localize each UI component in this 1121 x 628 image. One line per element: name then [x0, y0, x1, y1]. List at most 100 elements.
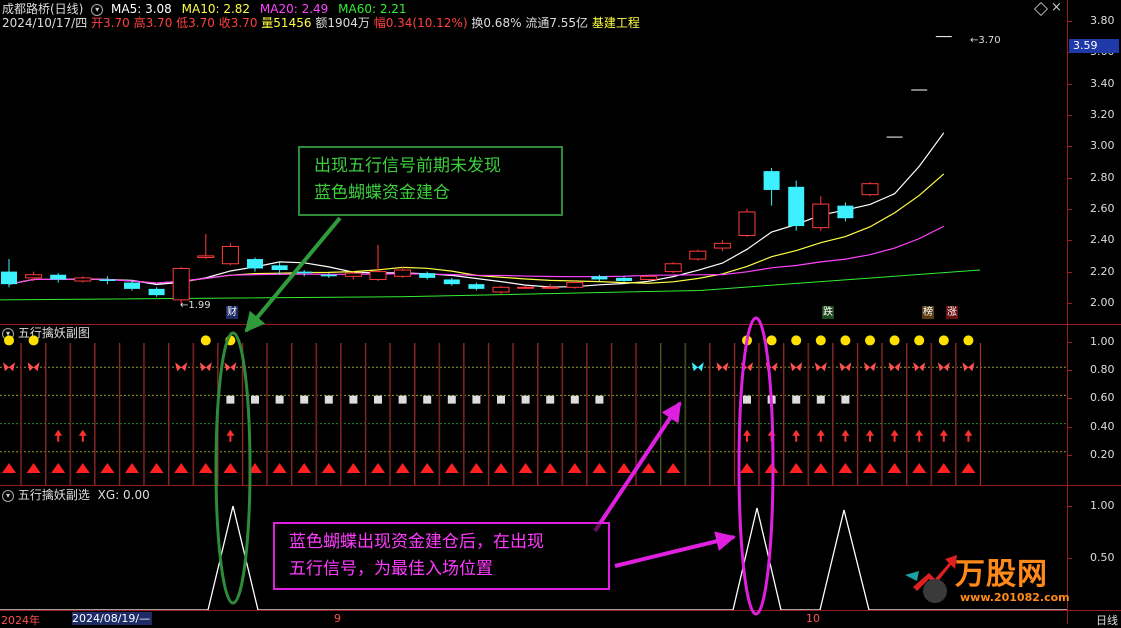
candle[interactable]	[861, 183, 879, 196]
up-arrow-icon	[743, 429, 751, 442]
candle[interactable]	[443, 279, 460, 285]
signal-square	[349, 395, 358, 404]
candle[interactable]	[812, 203, 830, 229]
axis-tick: 3.40	[1068, 77, 1115, 90]
axis-tick: 3.20	[1068, 108, 1115, 121]
current-price-tag: 3.59	[1069, 39, 1119, 53]
candle[interactable]	[197, 255, 215, 258]
marker-die[interactable]: 跌	[822, 306, 834, 319]
candle[interactable]	[50, 274, 67, 280]
marker-bang[interactable]: 榜	[922, 306, 934, 319]
candle[interactable]	[394, 269, 412, 277]
candle[interactable]	[664, 263, 682, 273]
candle[interactable]	[74, 277, 92, 282]
candle[interactable]	[837, 205, 854, 219]
up-arrow-icon	[226, 429, 235, 442]
candle[interactable]	[1, 271, 17, 285]
candle[interactable]	[935, 36, 952, 38]
candle[interactable]	[172, 267, 190, 301]
signal-dot	[914, 335, 925, 346]
low-price-value: 1.99	[188, 300, 211, 311]
red-butterfly-icon	[741, 362, 753, 372]
candle[interactable]	[247, 259, 263, 269]
candle[interactable]	[566, 282, 584, 288]
candle[interactable]	[124, 282, 140, 289]
red-triangle-icon	[887, 462, 902, 473]
bottom-date-range[interactable]: 2024/08/19/—	[72, 612, 152, 625]
candle[interactable]	[911, 89, 928, 91]
candle[interactable]	[788, 186, 805, 227]
red-triangle-icon	[198, 462, 213, 473]
signal-square	[226, 395, 235, 404]
red-triangle-icon	[420, 462, 435, 473]
candle[interactable]	[713, 242, 731, 249]
red-triangle-icon	[740, 462, 754, 473]
red-butterfly-icon	[765, 362, 778, 372]
up-arrow-icon	[915, 429, 924, 442]
axis-tick: 2.40	[1068, 233, 1115, 246]
red-triangle-icon	[592, 462, 607, 473]
candle[interactable]	[640, 275, 658, 280]
red-triangle-icon	[764, 462, 779, 473]
signal-square	[743, 395, 751, 404]
candle[interactable]	[616, 277, 632, 282]
up-arrow-icon	[816, 429, 825, 442]
candle[interactable]	[221, 245, 239, 265]
signal-square	[324, 395, 333, 404]
candle[interactable]	[738, 211, 756, 236]
red-triangle-icon	[912, 462, 927, 473]
candle[interactable]	[25, 274, 43, 279]
red-triangle-icon	[149, 462, 164, 473]
axis-tick: 2.60	[1068, 202, 1115, 215]
red-triangle-icon	[174, 462, 189, 473]
red-butterfly-icon	[224, 362, 237, 372]
candle[interactable]	[492, 286, 510, 293]
signal-dot	[938, 335, 949, 346]
brand-logo: 万股网 www.201082.com	[905, 545, 1095, 613]
signal-dot	[742, 335, 752, 346]
signal-square	[792, 395, 801, 404]
red-butterfly-icon	[937, 362, 950, 372]
panel1-axis-tick: 0.20	[1068, 448, 1115, 461]
red-butterfly-icon	[716, 362, 729, 372]
candle[interactable]	[271, 265, 288, 271]
brand-logo-text: 万股网	[955, 557, 1048, 592]
red-triangle-icon	[248, 462, 262, 473]
bottom-period[interactable]: 日线	[1096, 612, 1118, 628]
price-axis	[1067, 0, 1121, 624]
signal-dot	[815, 335, 826, 346]
candle[interactable]	[419, 273, 436, 278]
wuxing-indicator-panel[interactable]	[0, 325, 1067, 485]
candle[interactable]	[99, 279, 116, 282]
candle[interactable]	[541, 286, 559, 289]
candle[interactable]	[517, 286, 535, 289]
candle[interactable]	[296, 271, 313, 274]
up-arrow-icon	[792, 429, 801, 442]
candle[interactable]	[369, 271, 387, 280]
red-triangle-icon	[863, 462, 877, 473]
candle[interactable]	[591, 276, 608, 280]
marker-zhang[interactable]: 涨	[946, 306, 958, 319]
candle[interactable]	[886, 136, 903, 138]
signal-square	[423, 395, 432, 404]
up-arrow-icon	[890, 429, 899, 442]
red-triangle-icon	[666, 462, 681, 473]
signal-square	[497, 395, 505, 404]
red-triangle-icon	[272, 462, 287, 473]
bottom-month-9: 9	[334, 612, 341, 625]
bottom-year: 2024年	[1, 614, 40, 627]
candle[interactable]	[320, 274, 337, 277]
red-triangle-icon	[223, 462, 238, 473]
red-triangle-icon	[26, 462, 41, 473]
signal-square	[275, 395, 284, 404]
candle[interactable]	[344, 272, 362, 277]
red-triangle-icon	[346, 462, 361, 473]
marker-cai[interactable]: 财	[226, 306, 238, 319]
candle[interactable]	[148, 288, 165, 296]
candle[interactable]	[689, 250, 707, 260]
candle[interactable]	[763, 171, 780, 190]
annotation-pink-line2: 五行信号，为最佳入场位置	[289, 559, 493, 579]
bottom-month-10: 10	[806, 612, 820, 625]
candle[interactable]	[468, 284, 485, 289]
red-triangle-icon	[125, 462, 139, 473]
